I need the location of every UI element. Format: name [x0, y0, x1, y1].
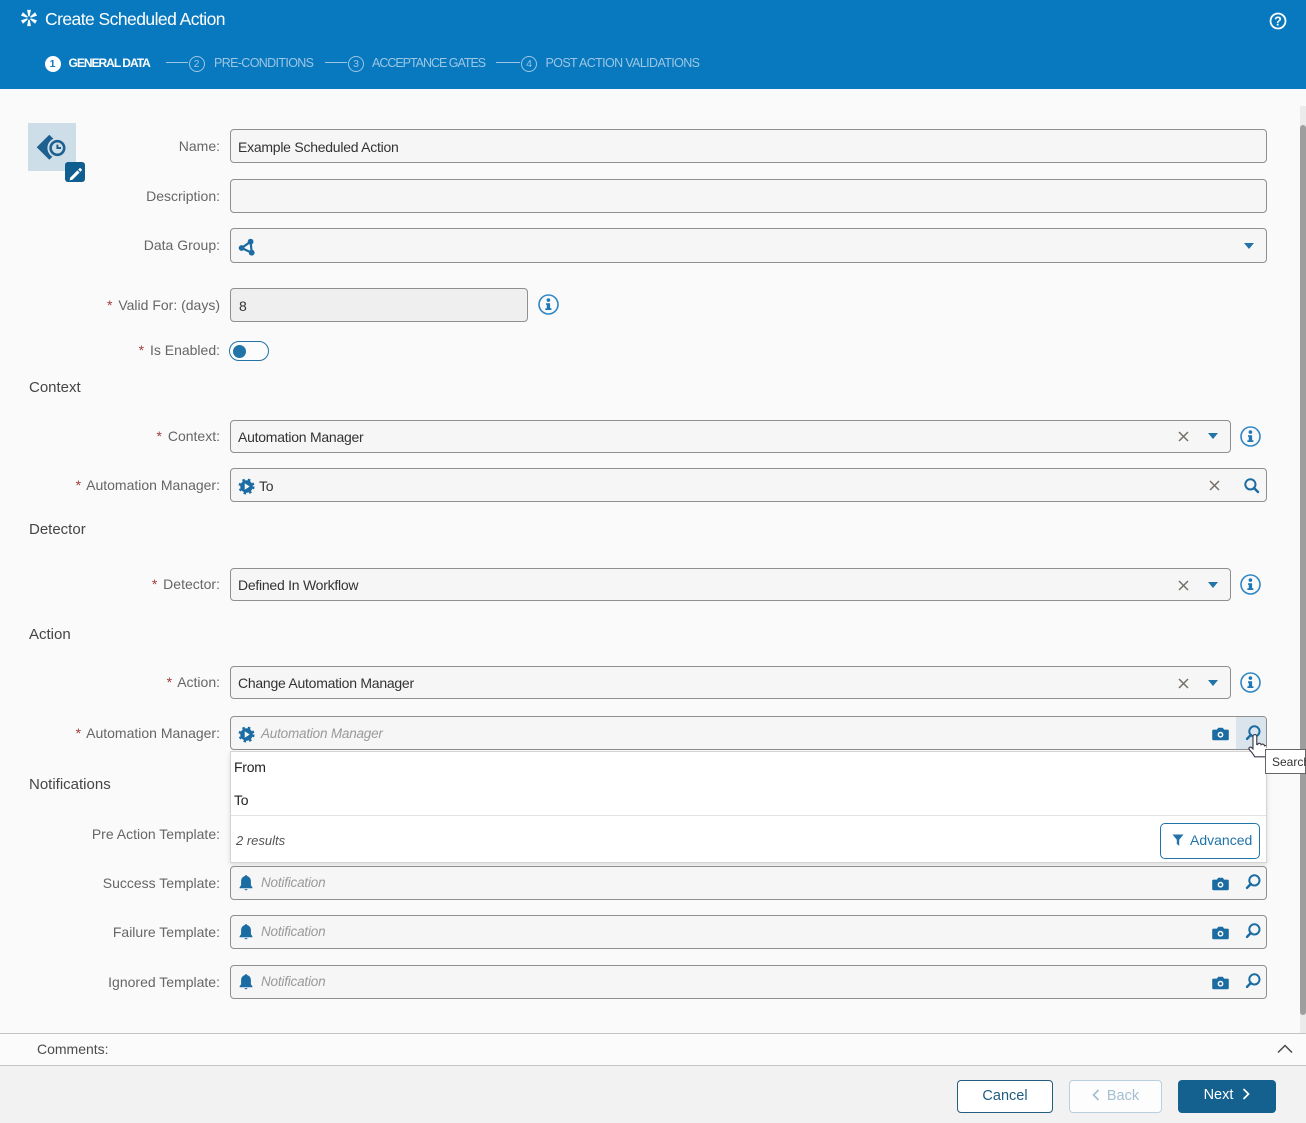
- svg-text:?: ?: [1274, 14, 1282, 28]
